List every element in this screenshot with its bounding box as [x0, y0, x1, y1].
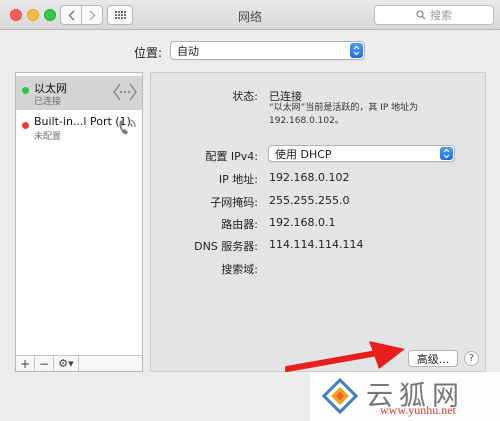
- status-dot-red: [22, 122, 29, 129]
- yunhu-logo-icon: [322, 378, 358, 414]
- status-dot-green: [22, 87, 29, 94]
- title-bar: 网络 搜索: [0, 0, 500, 30]
- dns-server-value: 114.114.114.114: [269, 238, 364, 251]
- subnet-mask-value: 255.255.255.0: [269, 194, 350, 207]
- select-arrows-icon: [440, 147, 453, 160]
- ethernet-icon: [113, 83, 137, 101]
- add-service-button[interactable]: +: [16, 356, 35, 371]
- service-status: 未配置: [34, 132, 62, 142]
- help-button[interactable]: ?: [464, 351, 479, 366]
- search-icon: [416, 10, 426, 20]
- service-item-ethernet[interactable]: 以太网 已连接: [16, 76, 142, 110]
- ipv4-config-select[interactable]: 使用 DHCP: [268, 145, 455, 162]
- select-arrows-icon: [350, 43, 363, 58]
- search-domains-label: 搜索域:: [221, 263, 258, 276]
- phone-port-icon: [119, 119, 136, 135]
- service-list: 以太网 已连接 Built-in...l Port (1) 未配置 + − ⚙▾: [15, 72, 143, 372]
- red-arrow-annotation: [285, 341, 405, 372]
- watermark-url: www.yunhu.net: [380, 403, 456, 417]
- service-status: 已连接: [34, 97, 62, 107]
- status-description: “以太网”当前是活跃的，其 IP 地址为 192.168.0.102。: [269, 103, 419, 126]
- remove-service-button[interactable]: −: [35, 356, 54, 371]
- gear-menu-button[interactable]: ⚙▾: [54, 356, 79, 371]
- location-label: 位置:: [134, 46, 163, 60]
- location-select[interactable]: 自动: [170, 41, 365, 60]
- ipv4-config-label: 配置 IPv4:: [205, 150, 258, 163]
- location-value: 自动: [177, 44, 199, 58]
- ip-address-label: IP 地址:: [218, 173, 258, 186]
- search-field[interactable]: 搜索: [374, 5, 494, 25]
- router-label: 路由器:: [221, 218, 258, 231]
- ipv4-config-value: 使用 DHCP: [275, 147, 332, 161]
- advanced-button[interactable]: 高级...: [408, 350, 458, 367]
- subnet-mask-label: 子网掩码:: [210, 196, 258, 209]
- status-label: 状态:: [232, 90, 258, 103]
- service-list-toolbar: + − ⚙▾: [16, 355, 142, 371]
- router-value: 192.168.0.1: [269, 216, 336, 229]
- search-placeholder: 搜索: [430, 9, 452, 22]
- watermark: 云狐网 www.yunhu.net: [310, 372, 500, 421]
- service-item-builtin-port[interactable]: Built-in...l Port (1) 未配置: [16, 111, 142, 145]
- ip-address-value: 192.168.0.102: [269, 171, 350, 184]
- dns-server-label: DNS 服务器:: [194, 240, 258, 253]
